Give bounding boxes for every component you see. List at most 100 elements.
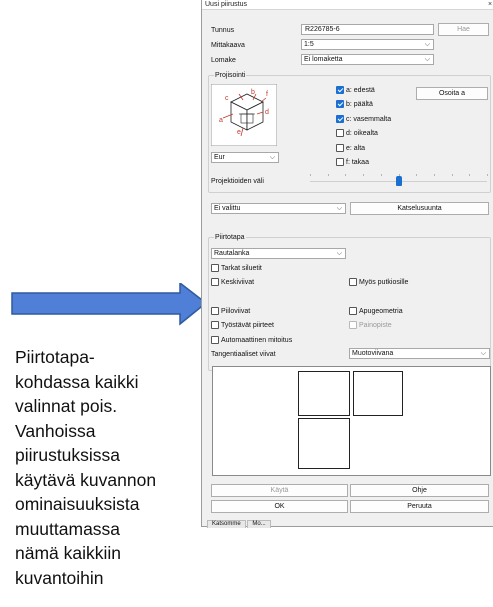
view-selection-value: Ei valittu [214, 205, 241, 212]
annotation-text: Piirtotapa- kohdassa kaikki valinnat poi… [15, 345, 195, 590]
annotation-line: ominaisuuksista [15, 494, 140, 514]
checkbox-icon [336, 115, 344, 123]
checkbox-icon [336, 129, 344, 137]
checkbox-icon [211, 278, 219, 286]
spacing-slider-thumb[interactable] [396, 176, 402, 186]
projisointi-title: Projisointi [214, 71, 247, 80]
view-checkbox-d[interactable]: d: oikealta [336, 129, 378, 139]
drawing-style-select[interactable]: Rautalanka ⌵ [211, 248, 346, 259]
keskiviivat-checkbox[interactable]: Keskiviivat [211, 278, 254, 288]
piiloviivat-checkbox[interactable]: Piiloviivat [211, 307, 250, 317]
view-label: e: alta [346, 145, 366, 152]
preview-view-front[interactable] [298, 371, 350, 416]
view-checkbox-c[interactable]: c: vasemmalta [336, 115, 391, 125]
peruuta-button[interactable]: Peruuta [350, 500, 489, 513]
view-letter-b: b [251, 89, 255, 96]
layout-preview[interactable] [212, 366, 491, 476]
annotation-line: kohdassa kaikki [15, 371, 139, 392]
checkbox-icon [349, 307, 357, 315]
chevron-down-icon: ⌵ [424, 56, 430, 63]
mittakaava-select[interactable]: 1:5 ⌵ [301, 39, 434, 50]
view-letter-c: c [225, 95, 229, 102]
osoita-button[interactable]: Osoita a [416, 87, 488, 100]
lomake-select[interactable]: Ei lomaketta ⌵ [301, 54, 434, 65]
callout-arrow [11, 283, 208, 326]
view-label: d: oikealta [346, 130, 378, 137]
apugeometria-checkbox[interactable]: Apugeometria [349, 307, 403, 317]
drawing-style-value: Rautalanka [214, 250, 250, 257]
preview-view-side[interactable] [353, 371, 403, 416]
mittakaava-value: 1:5 [304, 41, 314, 48]
tab-mo[interactable]: Mo... [247, 520, 271, 528]
checkbox-icon [349, 321, 357, 329]
annotation-line: valinnat pois. [15, 396, 118, 416]
view-label: b: päältä [346, 101, 373, 108]
view-checkbox-a[interactable]: a: edestä [336, 86, 375, 96]
view-letter-e: e [237, 129, 241, 136]
tab-katsomme[interactable]: Katsomme [207, 520, 246, 528]
slider-tick [328, 174, 329, 176]
annotation-line: Piirtotapa- [15, 347, 95, 367]
option-label: Tarkat siluetit [221, 265, 262, 272]
hae-button[interactable]: Hae [438, 23, 489, 36]
mittakaava-label: Mittakaava [211, 42, 245, 49]
chevron-down-icon: ⌵ [336, 250, 342, 257]
slider-tick [416, 174, 417, 176]
katselusuunta-button[interactable]: Katselusuunta [350, 202, 489, 215]
kayta-button[interactable]: Käytä [211, 484, 348, 497]
option-label: Työstävät piirteet [221, 322, 274, 329]
preview-view-top[interactable] [298, 418, 350, 469]
option-label: Painopiste [359, 322, 392, 329]
tyostavat-piirteet-checkbox[interactable]: Työstävät piirteet [211, 321, 274, 331]
bottom-tab-strip: Katsomme Mo... [207, 520, 271, 528]
view-letter-a: a [219, 117, 223, 124]
checkbox-icon [336, 86, 344, 94]
tunnus-input[interactable]: R226785-6 [301, 24, 434, 35]
projection-diagram: c b f a d e [211, 84, 277, 146]
view-selection-select[interactable]: Ei valittu ⌵ [211, 203, 346, 214]
checkbox-icon [211, 336, 219, 344]
painopiste-checkbox[interactable]: Painopiste [349, 321, 392, 331]
checkbox-icon [211, 264, 219, 272]
tunnus-label: Tunnus [211, 27, 235, 34]
close-icon[interactable]: × [486, 0, 493, 9]
view-checkbox-b[interactable]: b: päältä [336, 100, 373, 110]
chevron-down-icon: ⌵ [424, 41, 430, 48]
view-label: a: edestä [346, 87, 375, 94]
chevron-down-icon: ⌵ [480, 350, 486, 357]
checkbox-icon [349, 278, 357, 286]
checkbox-icon [211, 307, 219, 315]
standard-select[interactable]: Eur ⌵ [211, 152, 279, 163]
annotation-line: nämä kaikkiin [15, 543, 122, 563]
annotation-line: piirustuksissa [15, 445, 121, 465]
view-checkbox-f[interactable]: f: takaa [336, 158, 369, 168]
automaattinen-mitoitus-checkbox[interactable]: Automaattinen mitoitus [211, 336, 292, 346]
ok-button[interactable]: OK [211, 500, 348, 513]
slider-tick [381, 174, 382, 176]
view-checkbox-e[interactable]: e: alta [336, 144, 365, 154]
checkbox-icon [336, 158, 344, 166]
annotation-line: käytävä kuvannon [15, 469, 157, 490]
slider-tick [363, 174, 364, 176]
view-letter-d: d [265, 109, 269, 116]
annotation-line: muuttamassa [15, 518, 121, 539]
spacing-label: Projektioiden väli [211, 178, 264, 185]
annotation-line: kuvantoihin [15, 567, 104, 588]
lomake-value: Ei lomaketta [304, 56, 343, 63]
view-label: f: takaa [346, 159, 369, 166]
dialog-title: Uusi piirustus [205, 1, 248, 8]
new-drawing-dialog: Uusi piirustus × Tunnus R226785-6 Hae Mi… [201, 0, 493, 528]
option-label: Apugeometria [359, 308, 403, 315]
annotation-line: Vanhoissa [15, 420, 96, 441]
tarkat-siluetit-checkbox[interactable]: Tarkat siluetit [211, 264, 262, 274]
checkbox-icon [211, 321, 219, 329]
slider-tick [452, 174, 453, 176]
option-label: Keskiviivat [221, 279, 255, 286]
ohje-button[interactable]: Ohje [350, 484, 489, 497]
tangent-value: Muotoviivana [352, 350, 394, 357]
tangent-select[interactable]: Muotoviivana ⌵ [349, 348, 490, 359]
putkiosat-checkbox[interactable]: Myös putkiosille [349, 278, 408, 288]
slider-tick [310, 174, 311, 176]
slider-tick [434, 174, 435, 176]
option-label: Automaattinen mitoitus [221, 337, 293, 344]
